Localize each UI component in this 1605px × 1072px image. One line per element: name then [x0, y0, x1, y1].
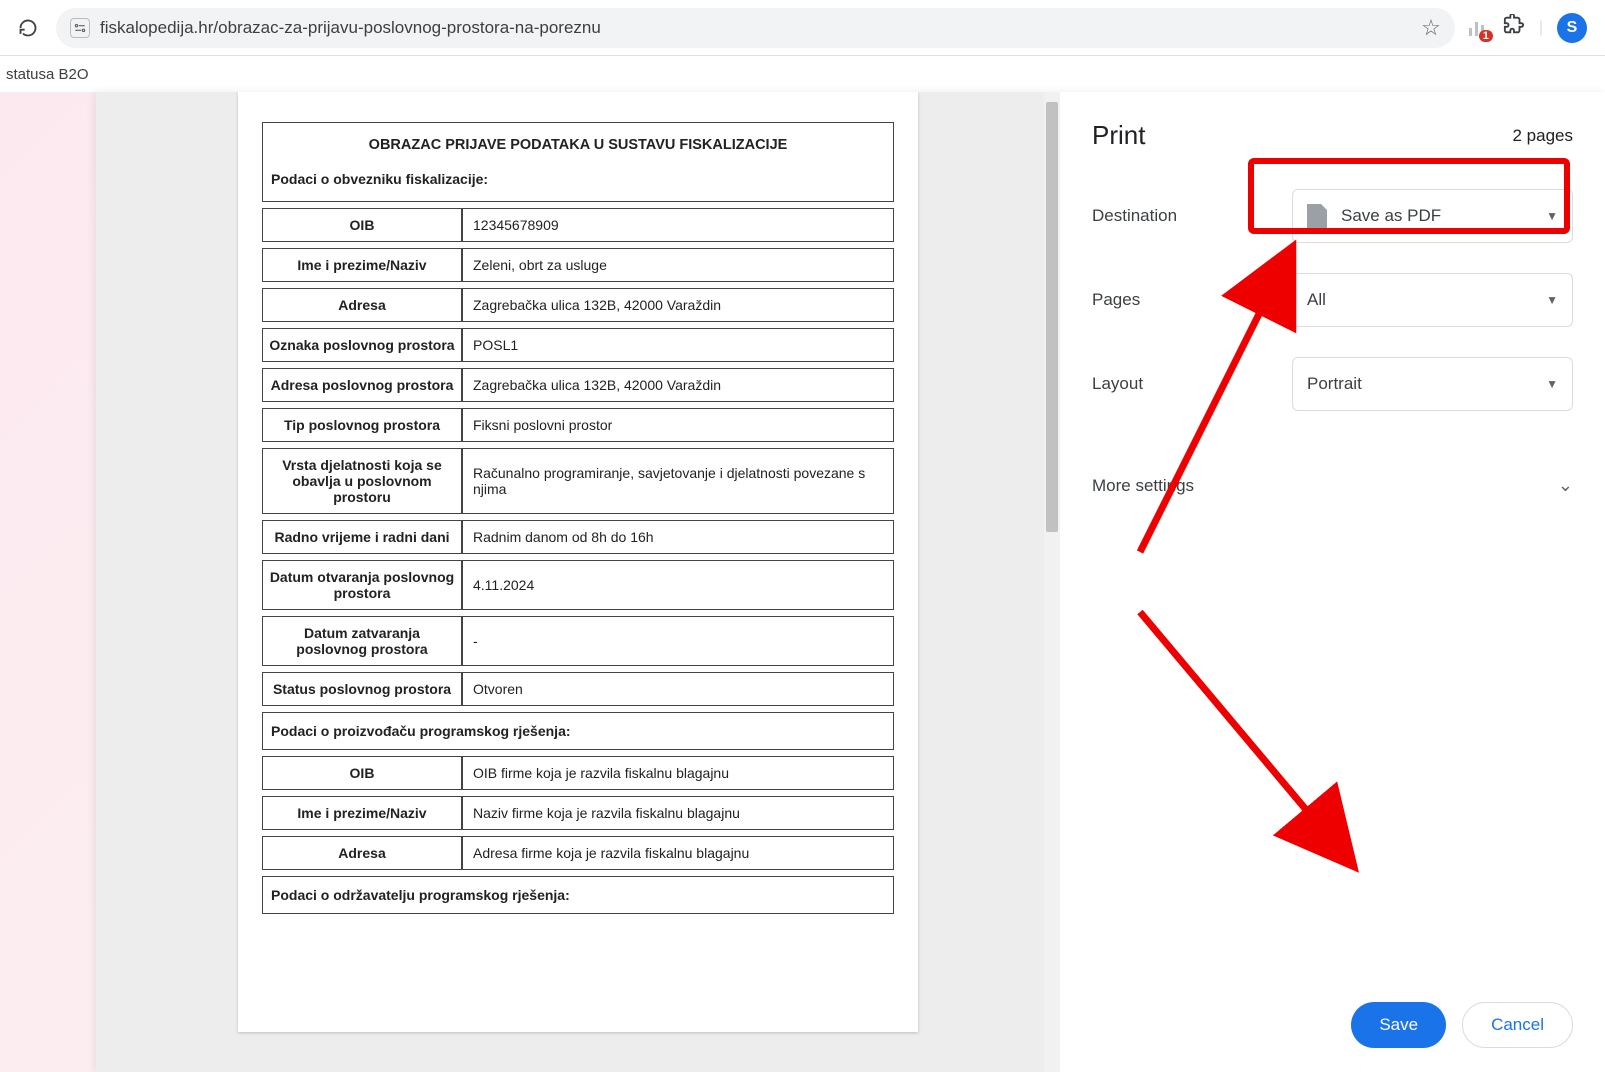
form-title: OBRAZAC PRIJAVE PODATAKA U SUSTAVU FISKA… [263, 123, 893, 161]
form-row-label: Adresa [262, 288, 462, 322]
url-text: fiskalopedija.hr/obrazac-za-prijavu-posl… [100, 18, 601, 38]
destination-select[interactable]: Save as PDF ▼ [1292, 189, 1573, 243]
profile-avatar[interactable]: S [1557, 13, 1587, 43]
print-title: Print [1092, 120, 1145, 151]
chevron-down-icon: ▼ [1546, 209, 1558, 223]
form-row-value: Fiksni poslovni prostor [462, 408, 894, 442]
pages-select[interactable]: All ▼ [1292, 273, 1573, 327]
form-row: Vrsta djelatnosti koja se obavlja u posl… [262, 448, 894, 514]
pdf-icon [1307, 204, 1327, 228]
extension-chart-icon[interactable]: 1 [1465, 16, 1489, 40]
form-row-label: Radno vrijeme i radni dani [262, 520, 462, 554]
pages-label: Pages [1092, 290, 1292, 310]
form-row-label: Datum zatvaranja poslovnog prostora [262, 616, 462, 666]
form-row-value: - [462, 616, 894, 666]
form-row: Radno vrijeme i radni daniRadnim danom o… [262, 520, 894, 554]
form-row-value: 12345678909 [462, 208, 894, 242]
form-row-label: Adresa poslovnog prostora [262, 368, 462, 402]
form-row-label: OIB [262, 756, 462, 790]
form-section-1: Podaci o obvezniku fiskalizacije: [263, 161, 893, 201]
chevron-down-icon: ▼ [1546, 293, 1558, 307]
chevron-down-icon: ▼ [1546, 377, 1558, 391]
form-row-value: Adresa firme koja je razvila fiskalnu bl… [462, 836, 894, 870]
form-row-label: OIB [262, 208, 462, 242]
print-dialog: OBRAZAC PRIJAVE PODATAKA U SUSTAVU FISKA… [96, 92, 1605, 1072]
form-row-value: Zagrebačka ulica 132B, 42000 Varaždin [462, 288, 894, 322]
form-row-label: Oznaka poslovnog prostora [262, 328, 462, 362]
form-row-label: Vrsta djelatnosti koja se obavlja u posl… [262, 448, 462, 514]
toolbar-right: 1 | S [1465, 13, 1595, 43]
form-row-value: 4.11.2024 [462, 560, 894, 610]
layout-select[interactable]: Portrait ▼ [1292, 357, 1573, 411]
form-row-label: Tip poslovnog prostora [262, 408, 462, 442]
form-row-label: Status poslovnog prostora [262, 672, 462, 706]
form-row: AdresaZagrebačka ulica 132B, 42000 Varaž… [262, 288, 894, 322]
form-row: Tip poslovnog prostoraFiksni poslovni pr… [262, 408, 894, 442]
reload-button[interactable] [10, 10, 46, 46]
print-settings-pane: Print 2 pages Destination Save as PDF ▼ … [1060, 92, 1605, 1072]
preview-page: OBRAZAC PRIJAVE PODATAKA U SUSTAVU FISKA… [238, 92, 918, 1032]
form-row: OIB12345678909 [262, 208, 894, 242]
extensions-icon[interactable] [1503, 14, 1525, 42]
form-row-value: Zagrebačka ulica 132B, 42000 Varaždin [462, 368, 894, 402]
form-row-value: POSL1 [462, 328, 894, 362]
destination-label: Destination [1092, 206, 1292, 226]
form-row-label: Ime i prezime/Naziv [262, 248, 462, 282]
form-row-value: Otvoren [462, 672, 894, 706]
form-row-label: Ime i prezime/Naziv [262, 796, 462, 830]
form-row: Ime i prezime/NazivZeleni, obrt za uslug… [262, 248, 894, 282]
extension-badge: 1 [1479, 30, 1493, 42]
form-row-value: Zeleni, obrt za usluge [462, 248, 894, 282]
form-row: Oznaka poslovnog prostoraPOSL1 [262, 328, 894, 362]
save-button[interactable]: Save [1351, 1002, 1446, 1048]
preview-scrollbar[interactable] [1044, 92, 1060, 1072]
address-bar[interactable]: fiskalopedija.hr/obrazac-za-prijavu-posl… [56, 8, 1455, 48]
bookmark-star-icon[interactable]: ☆ [1421, 15, 1441, 41]
form-row: Datum zatvaranja poslovnog prostora- [262, 616, 894, 666]
chevron-down-icon: ⌄ [1558, 475, 1573, 496]
form-row-label: Adresa [262, 836, 462, 870]
print-preview-pane: OBRAZAC PRIJAVE PODATAKA U SUSTAVU FISKA… [96, 92, 1060, 1072]
form-row: Ime i prezime/NazivNaziv firme koja je r… [262, 796, 894, 830]
form-row-label: Datum otvaranja poslovnog prostora [262, 560, 462, 610]
form-row-value: Računalno programiranje, savjetovanje i … [462, 448, 894, 514]
form-section-3: Podaci o održavatelju programskog rješen… [262, 876, 894, 914]
form-row: Status poslovnog prostoraOtvoren [262, 672, 894, 706]
annotation-arrow-2 [1120, 592, 1380, 892]
page-count: 2 pages [1513, 126, 1574, 146]
browser-toolbar: fiskalopedija.hr/obrazac-za-prijavu-posl… [0, 0, 1605, 56]
site-info-icon[interactable] [70, 18, 90, 38]
layout-label: Layout [1092, 374, 1292, 394]
form-row-value: OIB firme koja je razvila fiskalnu blaga… [462, 756, 894, 790]
form-row-value: Radnim danom od 8h do 16h [462, 520, 894, 554]
cancel-button[interactable]: Cancel [1462, 1002, 1573, 1048]
form-row: OIBOIB firme koja je razvila fiskalnu bl… [262, 756, 894, 790]
form-row: AdresaAdresa firme koja je razvila fiska… [262, 836, 894, 870]
bookmarks-bar: statusa B2O [0, 56, 1605, 92]
form-row: Adresa poslovnog prostoraZagrebačka ulic… [262, 368, 894, 402]
more-settings-toggle[interactable]: More settings ⌄ [1092, 461, 1573, 510]
form-section-2: Podaci o proizvođaču programskog rješenj… [262, 712, 894, 750]
bookmark-item[interactable]: statusa B2O [6, 66, 89, 83]
form-row: Datum otvaranja poslovnog prostora4.11.2… [262, 560, 894, 610]
form-row-value: Naziv firme koja je razvila fiskalnu bla… [462, 796, 894, 830]
